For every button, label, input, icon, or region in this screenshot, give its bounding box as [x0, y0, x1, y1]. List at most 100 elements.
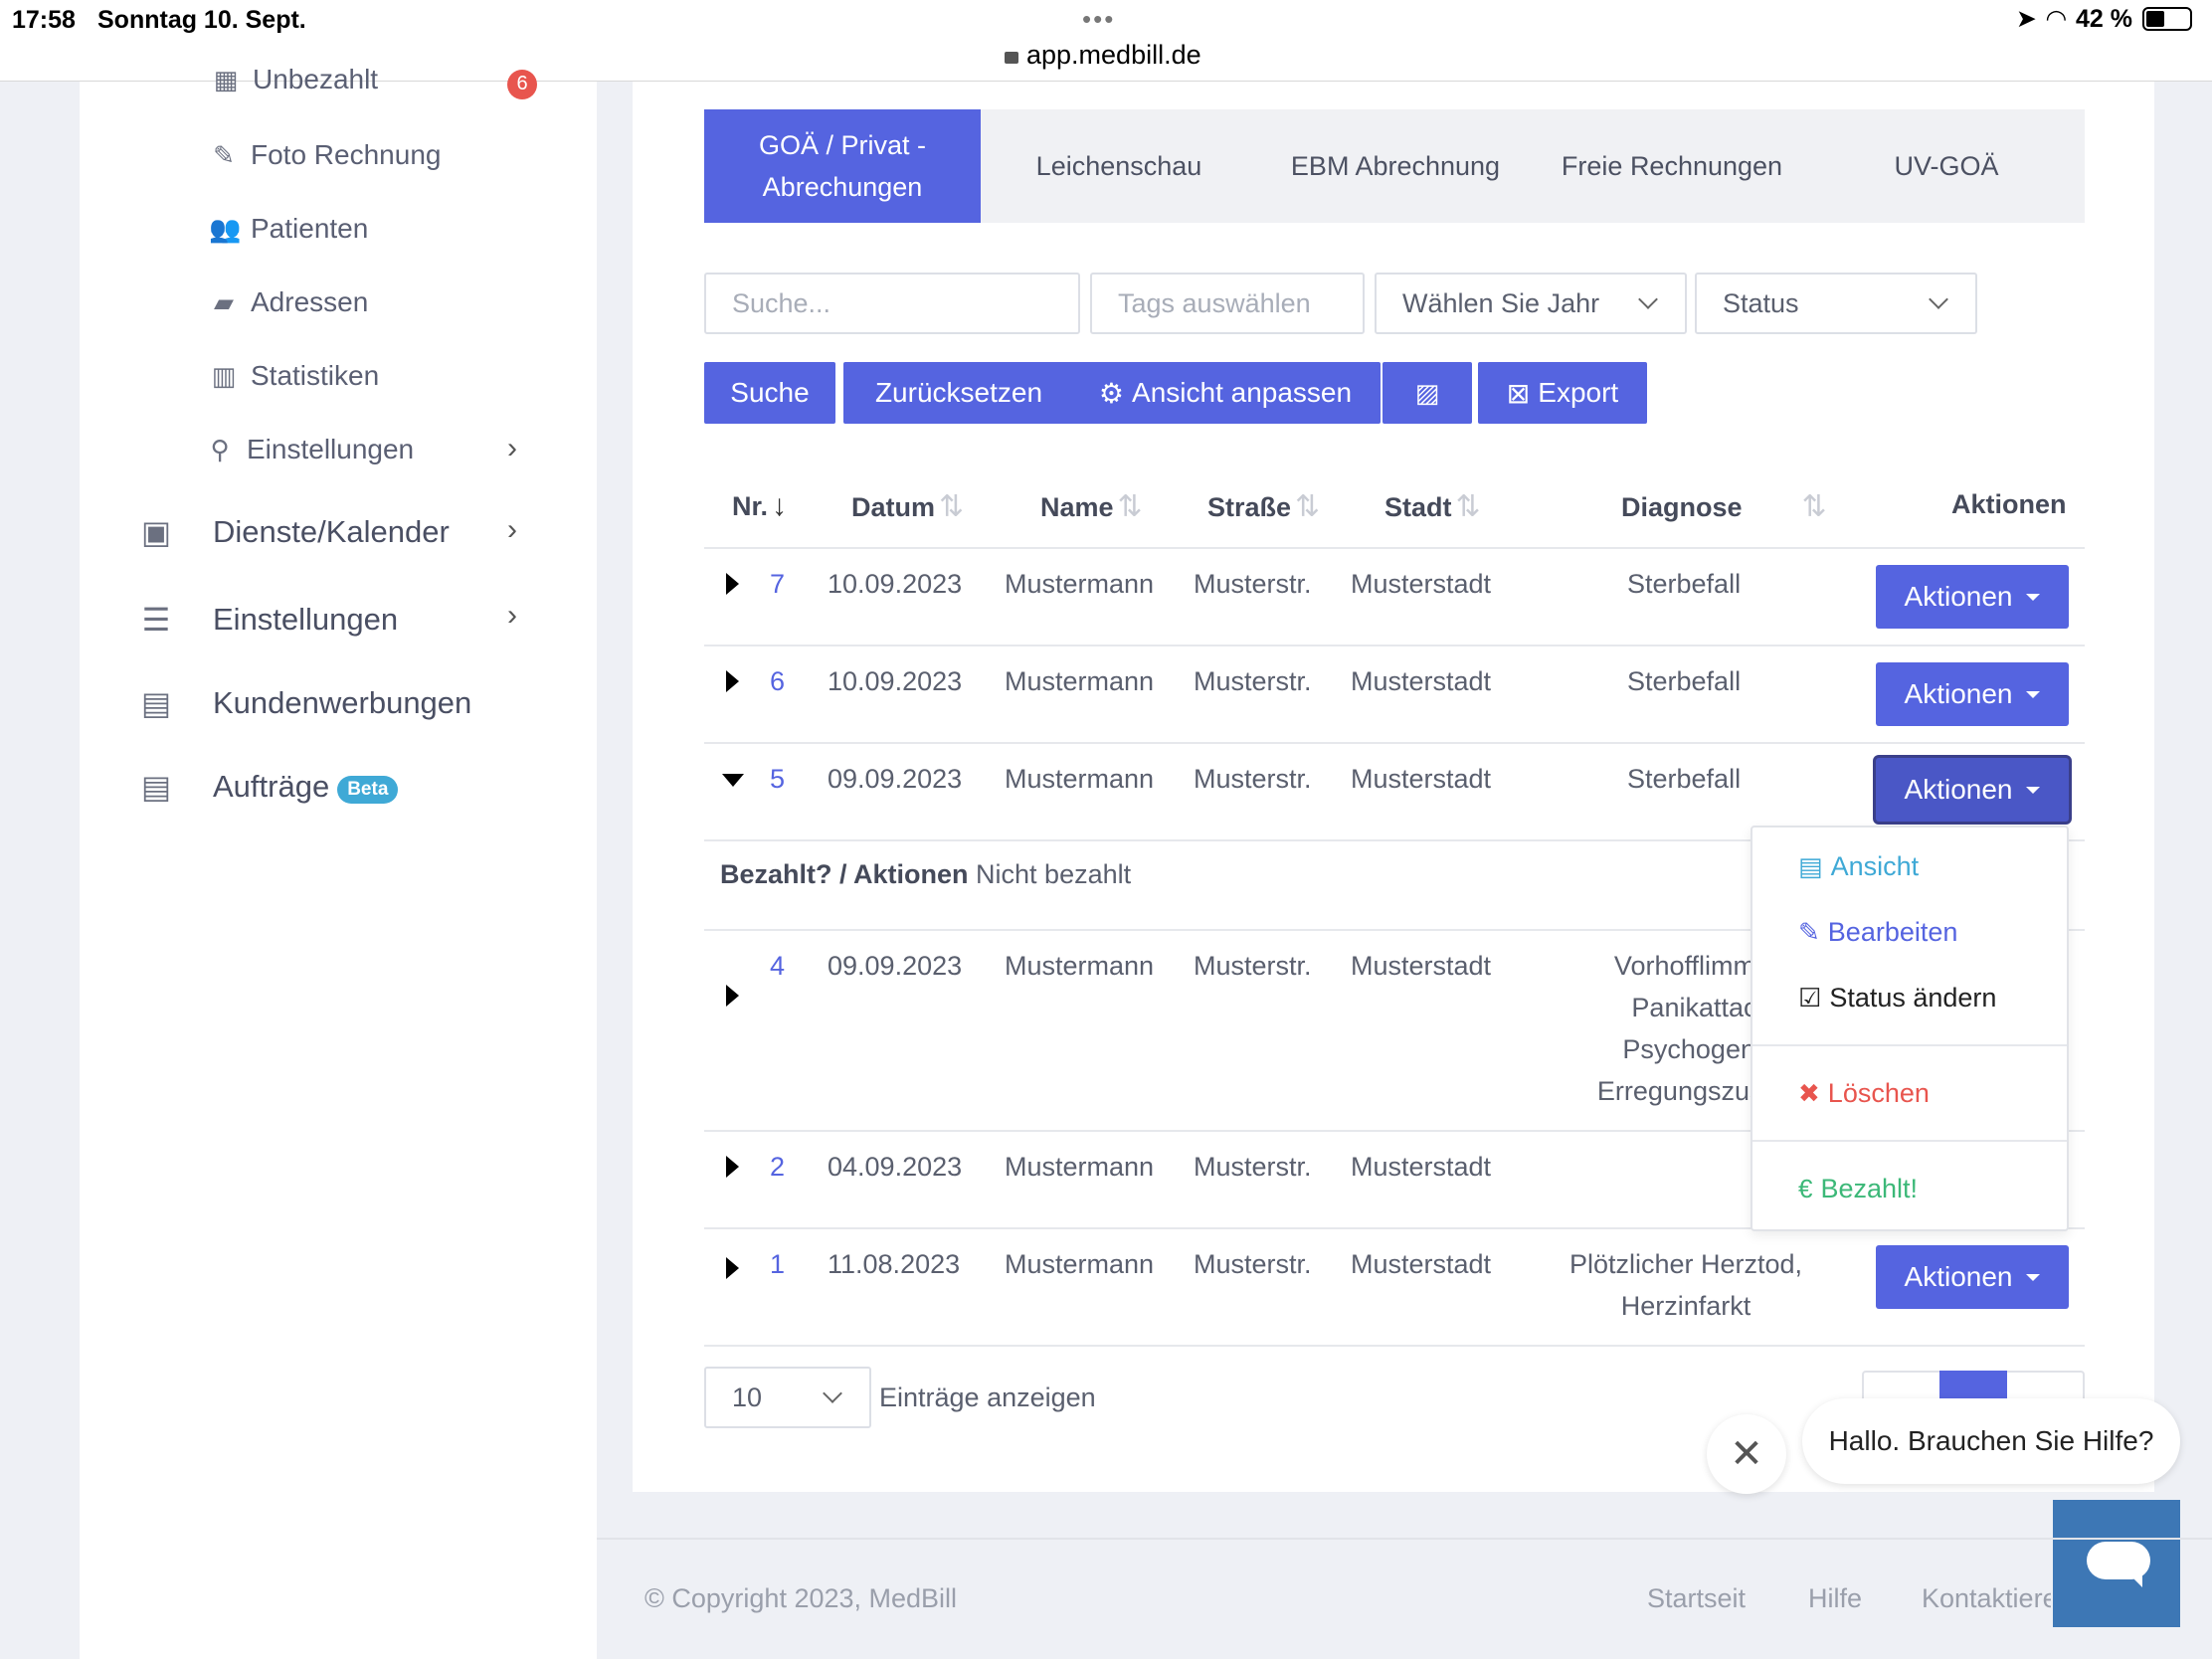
tab-ebm-abrechnung[interactable]: EBM Abrechnung [1257, 109, 1534, 223]
close-icon: ✖ [1798, 1078, 1820, 1108]
tab-freie-rechnungen[interactable]: Freie Rechnungen [1534, 109, 1810, 223]
column-header-name[interactable]: Name ⇅ [1040, 489, 1143, 524]
column-header-strasse[interactable]: Straße ⇅ [1207, 489, 1320, 524]
menu-item-loeschen[interactable]: ✖ Löschen [1798, 1078, 1930, 1109]
export-button[interactable]: ⊠ Export [1478, 362, 1647, 424]
menu-item-label: Ansicht [1830, 851, 1920, 881]
chevron-right-icon[interactable]: › [507, 432, 517, 465]
image-icon: ▨ [1414, 377, 1440, 408]
cell-street: Musterstr. [1194, 764, 1312, 794]
invoice-number-link[interactable]: 1 [770, 1249, 785, 1280]
expand-row-icon[interactable] [726, 985, 739, 1007]
users-icon: 👥 [209, 213, 242, 244]
invoice-number-link[interactable]: 4 [770, 951, 785, 982]
address-bar[interactable]: app.medbill.de [1005, 40, 1201, 71]
sidebar-item-einstellungen-sub[interactable]: ⚲ Einstellungen [205, 434, 414, 465]
tags-select[interactable]: Tags auswählen [1090, 273, 1365, 334]
chat-greeting[interactable]: Hallo. Brauchen Sie Hilfe? [1802, 1398, 2180, 1484]
cell-city: Musterstadt [1351, 1249, 1492, 1279]
chevron-down-icon [1638, 289, 1658, 309]
actions-dropdown-button[interactable]: Aktionen [1876, 758, 2069, 822]
menu-item-ansicht[interactable]: ▤ Ansicht [1798, 851, 1919, 882]
page-size-label: Einträge anzeigen [879, 1382, 1096, 1412]
battery-icon [2142, 7, 2192, 31]
image-button[interactable]: ▨ [1382, 362, 1472, 424]
pagination[interactable] [1862, 1371, 2085, 1400]
diagnosis-line: Psychogene [1622, 1034, 1770, 1064]
chat-close-button[interactable]: ✕ [1707, 1414, 1786, 1494]
footer-link-kontakt[interactable]: Kontaktiere [1922, 1583, 2051, 1614]
menu-divider [1752, 1140, 2067, 1142]
paid-status: Nicht bezahlt [976, 859, 1132, 889]
footer-link-hilfe[interactable]: Hilfe [1808, 1583, 1862, 1614]
chevron-right-icon[interactable]: › [507, 599, 517, 633]
tab-goae-privat[interactable]: GOÄ / Privat - Abrechungen [704, 109, 981, 223]
pagination-active-page[interactable] [1939, 1371, 2007, 1400]
invoice-number-link[interactable]: 2 [770, 1152, 785, 1183]
sidebar-item-label: Statistiken [251, 360, 380, 391]
sidebar-item-adressen[interactable]: ▰ Adressen [209, 286, 368, 318]
cell-date: 10.09.2023 [828, 666, 963, 696]
column-header-diagnose[interactable]: Diagnose ⇅ [1621, 489, 1827, 524]
customize-view-label: Ansicht anpassen [1132, 377, 1353, 408]
status-select[interactable]: Status [1695, 273, 1977, 334]
column-header-aktionen: Aktionen [1951, 489, 2067, 519]
beta-badge: Beta [337, 776, 399, 804]
invoice-number-link[interactable]: 6 [770, 666, 785, 697]
sidebar-item-dienste-kalender[interactable]: ▣ Dienste/Kalender [139, 513, 450, 551]
header-label: Straße [1207, 492, 1292, 522]
cell-street: Musterstr. [1194, 1152, 1312, 1182]
invoice-number-link[interactable]: 5 [770, 764, 785, 795]
tab-leichenschau[interactable]: Leichenschau [981, 109, 1257, 223]
collapse-row-icon[interactable] [722, 774, 744, 787]
cell-date: 09.09.2023 [828, 951, 963, 981]
sidebar-item-foto-rechnung[interactable]: ✎ Foto Rechnung [209, 139, 441, 171]
year-select[interactable]: Wählen Sie Jahr [1375, 273, 1687, 334]
chevron-right-icon[interactable]: › [507, 513, 517, 547]
column-header-datum[interactable]: Datum ⇅ [851, 489, 964, 524]
sidebar-item-einstellungen[interactable]: ☰ Einstellungen [139, 601, 398, 639]
tab-uv-goae[interactable]: UV-GOÄ [1808, 109, 2085, 223]
search-input[interactable]: Suche... [704, 273, 1080, 334]
actions-label: Aktionen [1904, 678, 2013, 709]
column-header-nr[interactable]: Nr. ↓ [732, 489, 787, 523]
chevron-down-icon [823, 1383, 842, 1403]
document-icon: ▤ [140, 685, 172, 721]
chat-launcher-button[interactable] [2053, 1500, 2180, 1627]
invoice-number-link[interactable]: 7 [770, 569, 785, 600]
sidebar-item-statistiken[interactable]: ▥ Statistiken [209, 360, 379, 392]
sidebar-item-kundenwerbungen[interactable]: ▤ Kundenwerbungen [139, 684, 471, 722]
footer-link-startseite[interactable]: Startseit [1647, 1583, 1746, 1614]
sidebar-item-unpaid[interactable]: ▦ Unbezahlt [211, 64, 378, 95]
location-icon: ➤ [2015, 5, 2037, 33]
cell-street: Musterstr. [1194, 1249, 1312, 1279]
actions-dropdown-button[interactable]: Aktionen [1876, 565, 2069, 629]
sidebar-item-label: Einstellungen [213, 602, 399, 637]
menu-item-status-aendern[interactable]: ☑ Status ändern [1798, 983, 1996, 1014]
actions-dropdown-button[interactable]: Aktionen [1876, 1245, 2069, 1309]
expand-row-icon[interactable] [726, 1257, 739, 1279]
sort-icon: ⇅ [1455, 490, 1481, 523]
menu-item-bezahlt[interactable]: € Bezahlt! [1798, 1174, 1918, 1204]
customize-view-button[interactable]: ⚙ Ansicht anpassen [1070, 362, 1381, 424]
page-size-select[interactable]: 10 [704, 1367, 871, 1428]
cell-street: Musterstr. [1194, 951, 1312, 981]
column-header-stadt[interactable]: Stadt ⇅ [1384, 489, 1481, 524]
cell-name: Mustermann [1005, 569, 1155, 599]
divider [704, 547, 2085, 549]
expand-row-icon[interactable] [726, 1156, 739, 1178]
sidebar-item-auftraege[interactable]: ▤ Aufträge Beta [139, 768, 399, 806]
reset-button[interactable]: Zurücksetzen [843, 362, 1074, 424]
header-label: Name [1040, 492, 1114, 522]
cell-diagnosis: Plötzlicher Herztod, Herzinfarkt [1552, 1243, 1820, 1327]
search-button[interactable]: Suche [704, 362, 835, 424]
expand-row-icon[interactable] [726, 670, 739, 692]
more-dots-icon[interactable]: ••• [1082, 4, 1115, 35]
sidebar-item-patienten[interactable]: 👥 Patienten [209, 213, 368, 245]
expand-row-icon[interactable] [726, 573, 739, 595]
diagnosis-line: Vorhofflimme [1613, 951, 1770, 981]
caret-down-icon [2026, 593, 2041, 601]
file-icon: ▤ [1798, 851, 1823, 881]
actions-dropdown-button[interactable]: Aktionen [1876, 662, 2069, 726]
menu-item-bearbeiten[interactable]: ✎ Bearbeiten [1798, 917, 1957, 948]
